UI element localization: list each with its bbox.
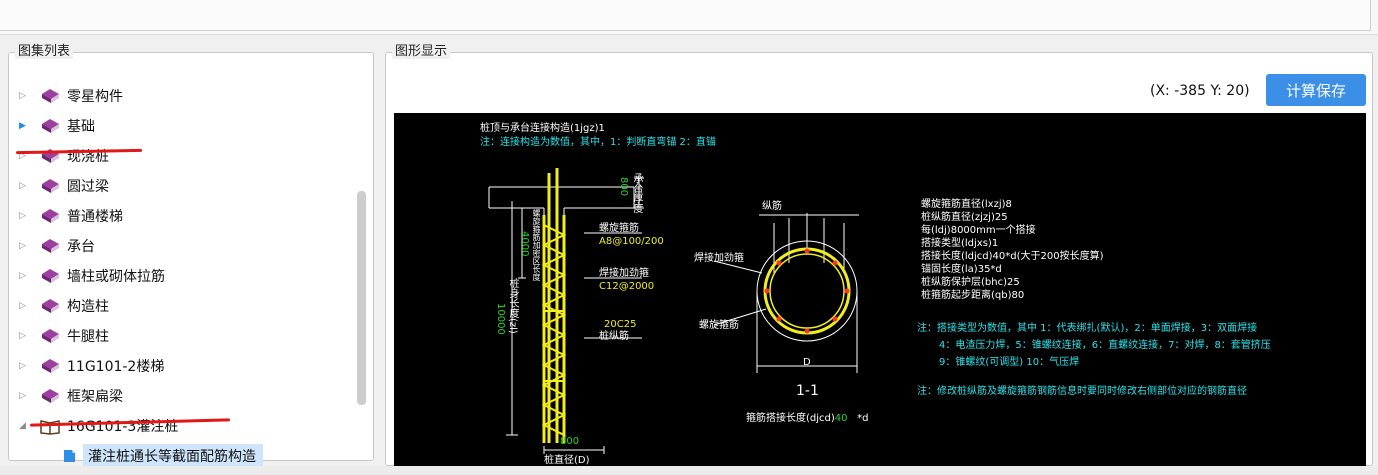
tree-child-label: 灌注桩通长等截面配筋构造	[83, 443, 263, 469]
expand-arrow-icon[interactable]: ▷	[19, 331, 31, 341]
expand-arrow-icon[interactable]: ▷	[19, 391, 31, 401]
book-icon	[42, 389, 59, 403]
param-start-distance: 桩箍筋起步距离(qb)80	[921, 290, 1025, 301]
tree-node[interactable]: ▷ 零星构件	[19, 81, 349, 111]
document-icon	[64, 450, 75, 462]
tree-node[interactable]: ▷ 圆过梁	[19, 171, 349, 201]
section-lap-length: 箍筋搭接长度(djcd)40 *d	[746, 413, 869, 424]
book-icon	[42, 209, 59, 223]
param-lap-every: 每(ldj)8000mm一个搭接	[921, 225, 1036, 236]
section-label-spiral: 螺旋箍筋	[699, 320, 739, 331]
collapse-arrow-icon[interactable]: ◢	[19, 421, 31, 431]
top-toolbar-panel	[0, 0, 1371, 31]
value-spiral-stirrup: A8@100/200	[599, 236, 664, 247]
drawing-canvas[interactable]: 桩顶与承台连接构造(1jgz)1 注：连接构造为数值，其中，1：判断直弯锚 2：…	[394, 113, 1366, 473]
expand-arrow-icon[interactable]: ▷	[19, 181, 31, 191]
note-lap-type-3: 9：锥螺纹(可调型) 10：气压焊	[939, 357, 1080, 368]
drawing-header-line2: 注：连接构造为数值，其中，1：判断直弯锚 2：直锚	[480, 137, 716, 148]
tree-node-label: 墙柱或砌体拉筋	[67, 269, 165, 285]
expand-arrow-icon[interactable]: ▷	[19, 241, 31, 251]
tree-node[interactable]: ▷ 11G101-2楼梯	[19, 351, 349, 381]
dim-10000: 10000	[495, 303, 506, 335]
tree-node[interactable]: ▷ 构造柱	[19, 291, 349, 321]
book-icon	[42, 299, 59, 313]
dim-4000: 4000	[519, 231, 530, 257]
dim-dia-800: 800	[560, 436, 580, 447]
section-label-welded-hoop: 焊接加劲箍	[694, 253, 744, 264]
dim-pile-length-label: 桩身长度(zl)	[507, 278, 518, 334]
book-icon	[42, 119, 59, 133]
param-cover: 桩纵筋保护层(bhc)25	[921, 277, 1020, 288]
label-spiral-stirrup: 螺旋箍筋	[599, 223, 639, 234]
graphic-display-title: 图形显示	[392, 45, 451, 59]
book-icon	[42, 359, 59, 373]
book-icon	[42, 89, 59, 103]
drawing-header-line1: 桩顶与承台连接构造(1jgz)1	[480, 123, 605, 134]
book-icon	[42, 269, 59, 283]
param-lap-type: 搭接类型(ldjxs)1	[921, 238, 999, 249]
tree-scrollbar-thumb[interactable]	[357, 191, 366, 405]
expand-arrow-icon[interactable]: ▷	[19, 301, 31, 311]
graphic-display-panel: 图形显示 (X: -385 Y: 20) 计算保存 桩顶与承台连接构造(1jgz…	[385, 45, 1373, 473]
calculate-save-button[interactable]: 计算保存	[1266, 74, 1366, 106]
top-toolbar-area	[0, 0, 1378, 35]
param-spiral-dia: 螺旋箍筋直径(lxzj)8	[921, 199, 1012, 210]
tree-node-label: 11G101-2楼梯	[67, 359, 165, 375]
tree-node-label: 普通楼梯	[67, 209, 123, 225]
dim-spiral-zone-label: 螺旋箍筋加密区长度	[532, 209, 541, 281]
tree-node[interactable]: ▶ 基础	[19, 111, 349, 141]
value-welded-hoop: C12@2000	[599, 281, 655, 292]
expand-arrow-icon[interactable]: ▷	[19, 211, 31, 221]
tree-node[interactable]: ▷ 牛腿柱	[19, 321, 349, 351]
param-long-dia: 桩纵筋直径(zjzj)25	[921, 212, 1008, 223]
atlas-list-title: 图集列表	[15, 45, 74, 59]
tree-node-label: 构造柱	[67, 299, 109, 315]
atlas-tree: ▷ 零星构件 ▶ 基础 ▷ 现浇桩 ▷ 圆过梁 ▷ 普通楼梯 ▷ 承台 ▷ 墙柱或砌体拉筋 ▷ 构造柱 ▷ 牛腿柱…	[9, 67, 354, 472]
section-label-longitudinal: 纵筋	[762, 201, 782, 212]
bottom-strip	[0, 466, 1378, 475]
book-icon	[42, 329, 59, 343]
tree-node[interactable]: ◢ 16G101-3灌注桩	[19, 411, 349, 441]
expand-arrow-icon[interactable]: ▷	[19, 271, 31, 281]
book-icon	[42, 239, 59, 253]
atlas-list-panel: 图集列表 ▷ 零星构件 ▶ 基础 ▷ 现浇桩 ▷ 圆过梁 ▷ 普通楼梯 ▷ 承台 ▷ 墙柱或砌体拉筋 ▷ 构造…	[8, 45, 374, 469]
expand-arrow-icon[interactable]: ▷	[19, 361, 31, 371]
tree-node-label: 框架扁梁	[67, 389, 123, 405]
tree-node-label: 承台	[67, 239, 95, 255]
tree-node-label: 圆过梁	[67, 179, 109, 195]
label-welded-hoop: 焊接加劲箍	[599, 268, 649, 279]
expand-arrow-icon[interactable]: ▷	[19, 91, 31, 101]
book-icon	[42, 179, 59, 193]
note-lap-type-2: 4：电渣压力焊，5：锥螺纹连接，6：直螺纹连接，7：对焊，8：套管挤压	[939, 340, 1271, 351]
dim-cap-800: 800	[618, 177, 629, 197]
note-lap-type-1: 注：搭接类型为数值，其中 1：代表绑扎(默认)，2：单面焊接，3：双面焊接	[917, 323, 1258, 334]
tree-node[interactable]: ▷ 承台	[19, 231, 349, 261]
label-longitudinal-bar: 桩纵筋	[599, 331, 629, 342]
param-anchor-length: 锚固长度(la)35*d	[921, 264, 1002, 275]
section-title: 1-1	[796, 383, 819, 399]
section-dim-D: D	[803, 357, 811, 368]
tree-node[interactable]: ▷ 现浇桩	[19, 141, 349, 171]
cursor-coordinate-readout: (X: -385 Y: 20)	[1150, 83, 1250, 99]
rebar-drawing	[488, 168, 859, 454]
tree-node[interactable]: ▷ 墙柱或砌体拉筋	[19, 261, 349, 291]
value-longitudinal-bar: 20C25	[604, 319, 637, 330]
note-modify-rebar: 注：修改桩纵筋及螺旋箍筋钢筋信息时要同时修改右侧部位对应的钢筋直径	[917, 386, 1247, 397]
param-lap-length: 搭接长度(ldjcd)40*d(大于200按长度算)	[921, 251, 1104, 262]
tree-node-label: 基础	[67, 119, 95, 135]
dim-cap-embed-label: 承台厚度	[631, 173, 642, 213]
tree-node-label: 零星构件	[67, 89, 123, 105]
tree-node[interactable]: ▷ 普通楼梯	[19, 201, 349, 231]
tree-node-label: 16G101-3灌注桩	[67, 419, 179, 435]
expand-arrow-icon[interactable]: ▶	[19, 121, 31, 131]
tree-node-label: 牛腿柱	[67, 329, 109, 345]
tree-node[interactable]: ▷ 框架扁梁	[19, 381, 349, 411]
